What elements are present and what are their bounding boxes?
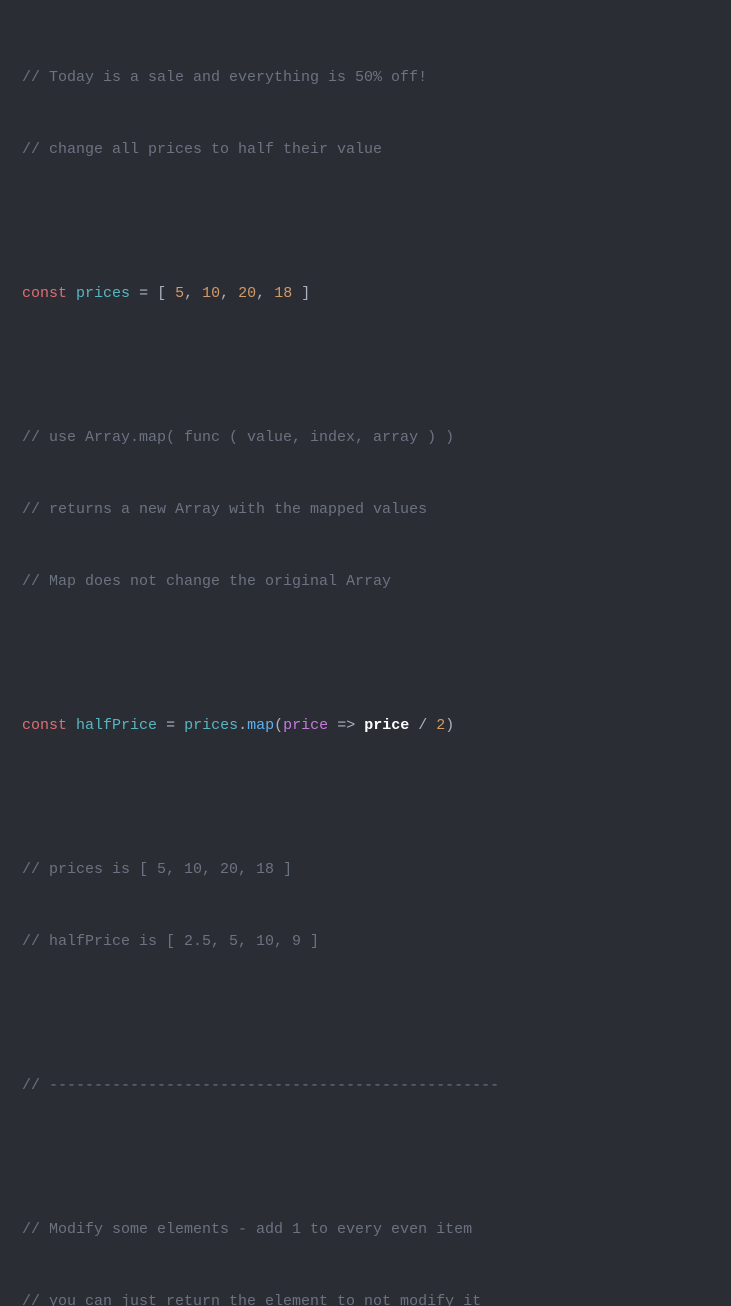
line-3: const prices = [ 5, 10, 20, 18 ]: [22, 282, 709, 306]
line-4: // use Array.map( func ( value, index, a…: [22, 426, 709, 450]
comment-text: // returns a new Array with the mapped v…: [22, 501, 427, 518]
var-prices: prices: [76, 285, 130, 302]
keyword-const: const: [22, 285, 67, 302]
comment-text: // halfPrice is [ 2.5, 5, 10, 9 ]: [22, 933, 319, 950]
comment-divider: // -------------------------------------…: [22, 1077, 499, 1094]
line-blank-1: [22, 210, 709, 234]
bold-price: price: [364, 717, 409, 734]
comment-text: // change all prices to half their value: [22, 141, 382, 158]
line-10: // -------------------------------------…: [22, 1074, 709, 1098]
comment-text: // you can just return the element to no…: [22, 1293, 481, 1306]
param-price: price: [283, 717, 328, 734]
line-6: // Map does not change the original Arra…: [22, 570, 709, 594]
line-7: const halfPrice = prices.map(price => pr…: [22, 714, 709, 738]
method-map: map: [247, 717, 274, 734]
comment-text: // Modify some elements - add 1 to every…: [22, 1221, 472, 1238]
comment-text: // Today is a sale and everything is 50%…: [22, 69, 427, 86]
comment-text: // prices is [ 5, 10, 20, 18 ]: [22, 861, 292, 878]
line-9: // halfPrice is [ 2.5, 5, 10, 9 ]: [22, 930, 709, 954]
line-1: // Today is a sale and everything is 50%…: [22, 66, 709, 90]
var-prices-ref: prices: [184, 717, 238, 734]
line-12: // you can just return the element to no…: [22, 1290, 709, 1306]
comment-text: // Map does not change the original Arra…: [22, 573, 391, 590]
line-11: // Modify some elements - add 1 to every…: [22, 1218, 709, 1242]
line-blank-6: [22, 1146, 709, 1170]
comment-text: // use Array.map( func ( value, index, a…: [22, 429, 454, 446]
line-blank-3: [22, 642, 709, 666]
line-blank-5: [22, 1002, 709, 1026]
line-8: // prices is [ 5, 10, 20, 18 ]: [22, 858, 709, 882]
line-2: // change all prices to half their value: [22, 138, 709, 162]
keyword-const-2: const: [22, 717, 67, 734]
line-blank-4: [22, 786, 709, 810]
line-5: // returns a new Array with the mapped v…: [22, 498, 709, 522]
line-blank-2: [22, 354, 709, 378]
code-editor: // Today is a sale and everything is 50%…: [22, 18, 709, 1306]
var-halfprice: halfPrice: [76, 717, 157, 734]
